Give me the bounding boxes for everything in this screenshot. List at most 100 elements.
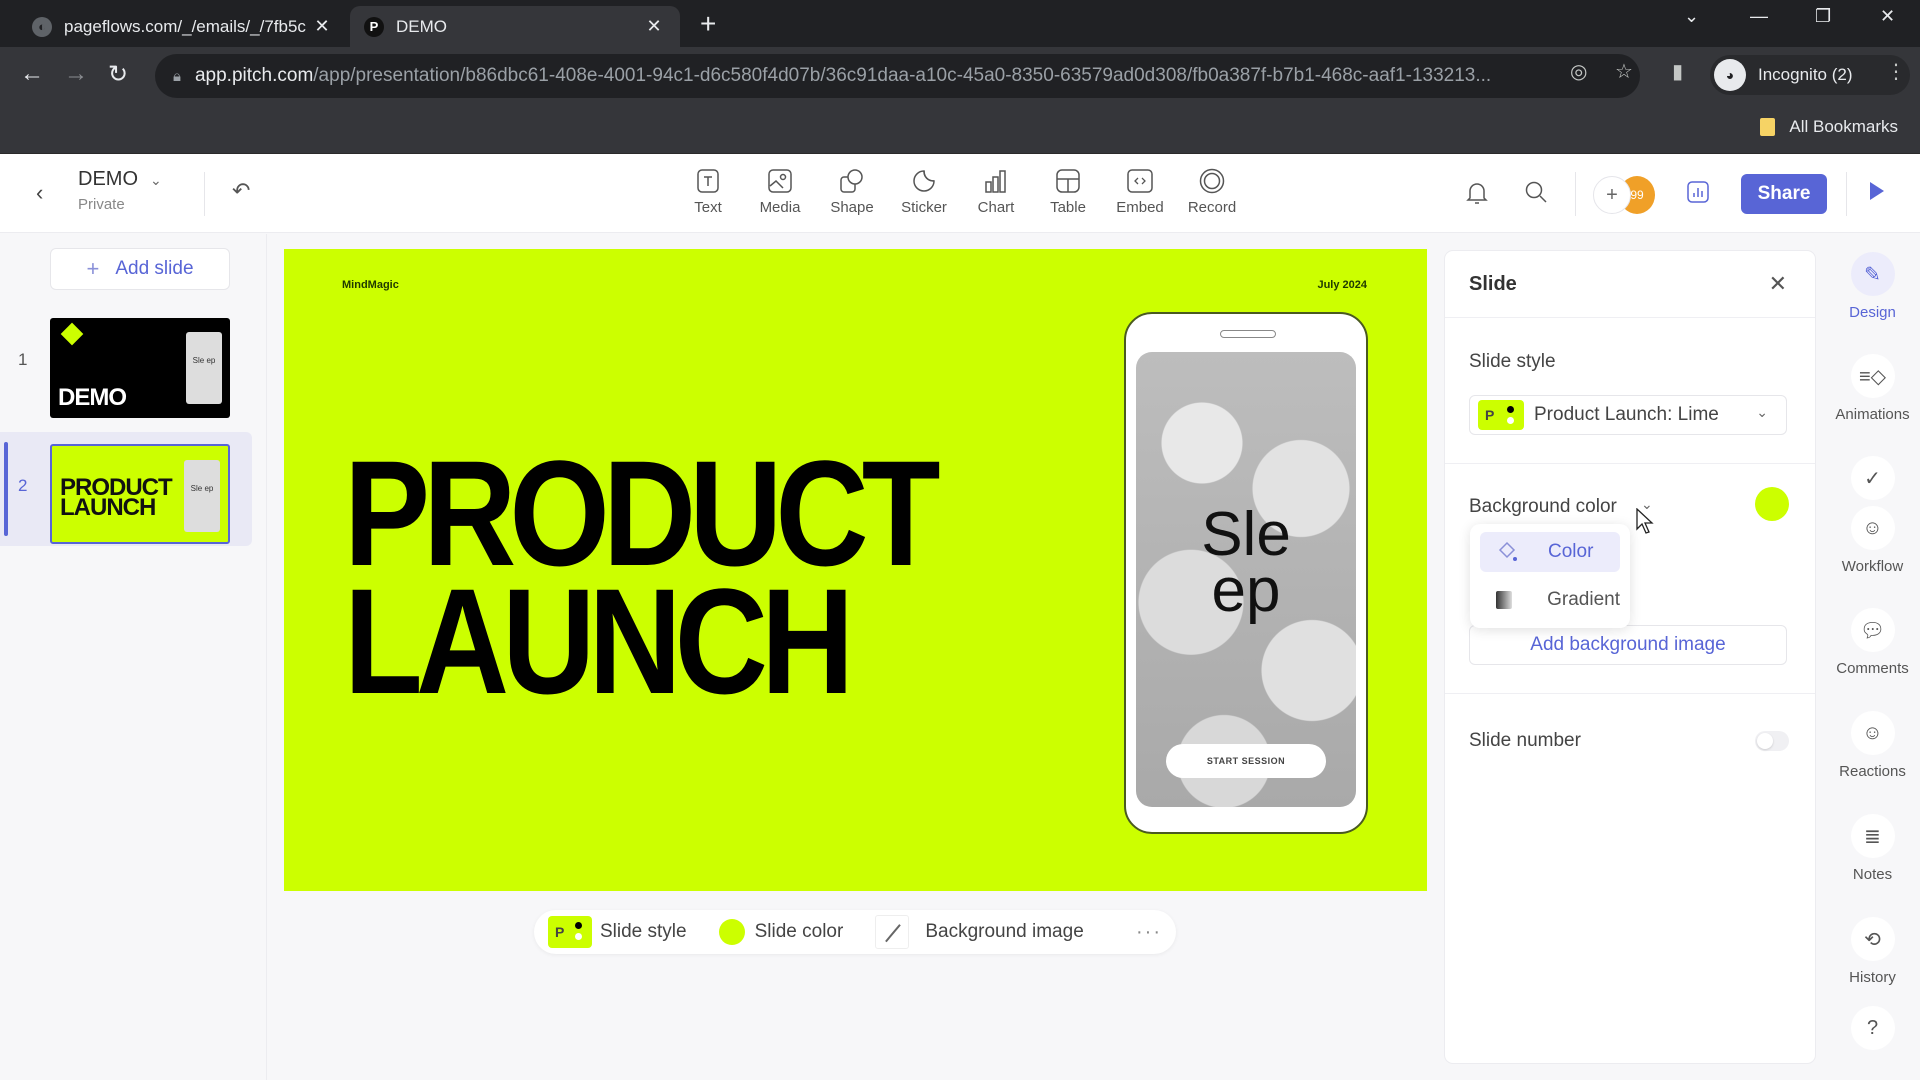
help-icon: ?	[1850, 1006, 1895, 1050]
slide-thumbnail[interactable]: PRODUCT LAUNCH Sle ep	[50, 444, 230, 544]
invite-collaborator-button[interactable]: +	[1593, 176, 1631, 214]
option-label: Gradient	[1547, 589, 1620, 610]
tool-label: Embed	[1116, 199, 1164, 216]
comment-icon: 💬︎	[1850, 608, 1895, 652]
window-close-icon[interactable]: ✕	[1880, 6, 1895, 27]
close-panel-icon[interactable]: ✕	[1769, 271, 1787, 297]
close-tab-icon[interactable]: ✕	[310, 16, 334, 37]
tool-embed[interactable]: Embed	[1108, 166, 1172, 216]
add-slide-button[interactable]: + Add slide	[50, 248, 230, 290]
share-button[interactable]: Share	[1741, 174, 1827, 214]
slides-sidebar: + Add slide 1 DEMO Sle ep 2 PRODUCT LAUNC…	[0, 234, 267, 1080]
restore-icon[interactable]: ❐	[1815, 6, 1831, 27]
rail-workflow[interactable]: ✓ ☺ Workflow	[1825, 456, 1920, 575]
present-play-icon[interactable]	[1870, 182, 1884, 200]
sidepanel-icon[interactable]: ▮	[1672, 59, 1683, 84]
slide-color-button[interactable]: Slide color	[718, 919, 843, 945]
more-options-icon[interactable]: ···	[1136, 921, 1162, 944]
rail-history[interactable]: ⟲ History	[1825, 917, 1920, 986]
rail-design[interactable]: ✎ Design	[1825, 252, 1920, 321]
reload-icon[interactable]: ↻	[108, 60, 128, 89]
new-tab-icon[interactable]: +	[700, 8, 716, 40]
color-swatch-icon	[718, 919, 745, 945]
background-color-swatch[interactable]	[1755, 487, 1789, 521]
tool-shape[interactable]: Shape	[820, 166, 884, 216]
browser-tab[interactable]: ◐ pageflows.com/_/emails/_/7fb5c ✕	[18, 6, 348, 47]
thumbnail-phone: Sle ep	[186, 332, 222, 404]
doc-title: DEMO	[78, 168, 138, 190]
rail-label: Workflow	[1841, 558, 1904, 575]
slide-style-badge-icon: P	[548, 916, 592, 948]
slide-style-button[interactable]: P Slide style	[548, 916, 687, 948]
slide-style-heading: Slide style	[1469, 351, 1556, 372]
slide-thumbnail[interactable]: DEMO Sle ep	[50, 318, 230, 418]
tool-table[interactable]: Table	[1036, 166, 1100, 216]
pitch-logo-icon: P	[364, 16, 384, 37]
tool-label: Text	[694, 199, 722, 216]
thumbnail-phone: Sle ep	[184, 460, 220, 532]
tool-chart[interactable]: Chart	[964, 166, 1028, 216]
notification-bell-icon[interactable]	[1466, 180, 1488, 212]
rail-animations[interactable]: ≡◇ Animations	[1825, 354, 1920, 423]
rail-reactions[interactable]: ☺ Reactions	[1825, 711, 1920, 780]
sticker-icon	[892, 166, 956, 196]
slide-date[interactable]: July 2024	[1317, 279, 1367, 291]
phone-speaker	[1220, 330, 1276, 338]
forward-icon[interactable]: →	[64, 60, 88, 88]
tool-text[interactable]: Text	[676, 166, 740, 216]
back-chevron-icon[interactable]: ‹	[36, 180, 43, 206]
doc-title-button[interactable]: DEMO ⌄	[78, 168, 162, 191]
all-bookmarks-button[interactable]: All Bookmarks	[1760, 117, 1898, 137]
slide-number-toggle[interactable]	[1755, 731, 1789, 751]
phone-mockup[interactable]: Sle ep START SESSION	[1124, 312, 1368, 834]
notes-icon: ≣	[1850, 814, 1895, 858]
thumbnail-title: DEMO	[58, 384, 127, 411]
smiley-icon: ☺	[1850, 711, 1895, 755]
background-type-dropdown: Color Gradient	[1470, 524, 1630, 628]
tab-search-icon[interactable]: ⌄	[1684, 6, 1699, 27]
browser-tab-active[interactable]: P DEMO ✕	[350, 6, 680, 47]
slide-brand[interactable]: MindMagic	[342, 279, 399, 291]
rail-comments[interactable]: 💬︎ Comments	[1825, 608, 1920, 677]
analytics-icon[interactable]	[1686, 180, 1710, 210]
background-color-heading: Background color	[1469, 496, 1617, 517]
back-icon[interactable]: ←	[20, 60, 44, 88]
address-bar-row: ← → ↻ 🔒︎ app.pitch.com /app/presentation…	[0, 47, 1920, 105]
add-background-image-button[interactable]: Add background image	[1469, 625, 1787, 665]
eye-off-icon[interactable]: ◎	[1570, 59, 1587, 84]
close-tab-icon[interactable]: ✕	[642, 16, 666, 37]
rail-label: History	[1849, 969, 1896, 986]
profile-button[interactable]: ◕ Incognito (2)	[1710, 55, 1910, 95]
url-input[interactable]: 🔒︎ app.pitch.com /app/presentation/b86db…	[155, 54, 1640, 98]
browser-menu-icon[interactable]: ⋮	[1886, 59, 1906, 84]
divider	[1445, 463, 1815, 464]
tool-record[interactable]: Record	[1180, 166, 1244, 216]
rail-label: Comments	[1836, 660, 1909, 677]
slide-options-bar: P Slide style Slide color Background ima…	[534, 910, 1176, 954]
divider	[1445, 317, 1815, 318]
rail-help[interactable]: ?	[1825, 1006, 1920, 1050]
rail-notes[interactable]: ≣ Notes	[1825, 814, 1920, 883]
tool-media[interactable]: Media	[748, 166, 812, 216]
slide-headline[interactable]: PRODUCT LAUNCH	[344, 438, 941, 716]
search-icon[interactable]	[1524, 180, 1548, 210]
divider	[1846, 172, 1847, 216]
minimize-icon[interactable]: —	[1750, 6, 1768, 27]
slide-style-select[interactable]: P Product Launch: Lime ⌄	[1469, 395, 1787, 435]
embed-icon	[1108, 166, 1172, 196]
slide-thumbnail-row-selected[interactable]: 2 PRODUCT LAUNCH Sle ep	[0, 432, 252, 546]
phone-screen-image: Sle ep START SESSION	[1136, 352, 1356, 807]
text-icon	[676, 166, 740, 196]
undo-icon[interactable]: ↶	[232, 178, 250, 204]
dropdown-option-gradient[interactable]: Gradient	[1480, 580, 1620, 620]
browser-tab-bar: ◐ pageflows.com/_/emails/_/7fb5c ✕ P DEM…	[0, 0, 1920, 47]
design-tools-icon: ✎	[1850, 252, 1895, 296]
bookmark-star-icon[interactable]: ☆	[1615, 59, 1633, 84]
slide-thumbnail-row[interactable]: 1 DEMO Sle ep	[0, 306, 252, 420]
dropdown-option-color[interactable]: Color	[1480, 532, 1620, 572]
tool-sticker[interactable]: Sticker	[892, 166, 956, 216]
slide-style-label: Slide style	[600, 921, 687, 942]
background-image-button[interactable]: Background image	[875, 915, 1084, 949]
assignee-icon: ☺	[1850, 506, 1895, 550]
slide-canvas[interactable]: MindMagic July 2024 PRODUCT LAUNCH Sle ep…	[284, 249, 1427, 891]
